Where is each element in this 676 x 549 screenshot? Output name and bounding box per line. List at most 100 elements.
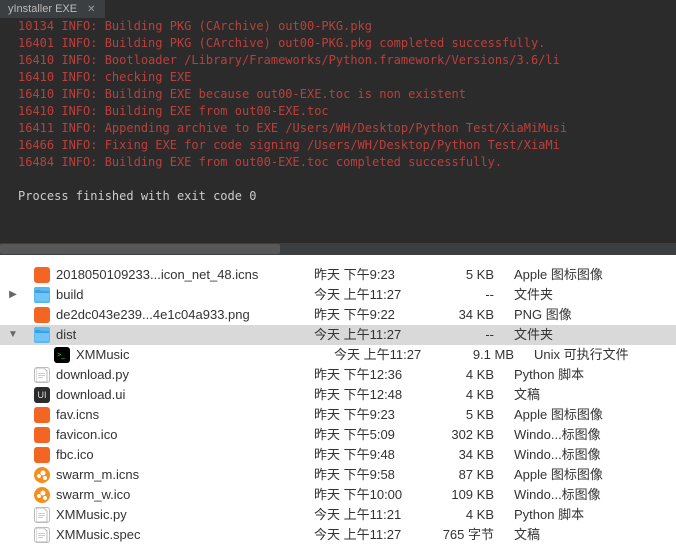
file-name: download.ui — [56, 385, 314, 405]
file-size: 5 KB — [434, 405, 514, 425]
file-name: favicon.ico — [56, 425, 314, 445]
file-kind: Windo...标图像 — [514, 445, 676, 465]
file-name: de2dc043e239...4e1c04a933.png — [56, 305, 314, 325]
document-icon — [34, 507, 50, 523]
file-name: XMMusic.spec — [56, 525, 314, 545]
file-modified: 昨天 下午9:22 — [314, 305, 434, 325]
terminal-tab[interactable]: yInstaller EXE ✕ — [0, 0, 105, 18]
file-size: 109 KB — [434, 485, 514, 505]
file-kind: 文稿 — [514, 385, 676, 405]
file-size: 87 KB — [434, 465, 514, 485]
finder-file-list: 2018050109233...icon_net_48.icns昨天 下午9:2… — [0, 265, 676, 545]
file-kind: Apple 图标图像 — [514, 465, 676, 485]
file-modified: 今天 上午11:27 — [334, 345, 454, 365]
file-name: download.py — [56, 365, 314, 385]
file-kind: Python 脚本 — [514, 505, 676, 525]
file-row[interactable]: 2018050109233...icon_net_48.icns昨天 下午9:2… — [0, 265, 676, 285]
log-line: 16484 INFO: Building EXE from out00-EXE.… — [18, 154, 666, 171]
file-size: -- — [434, 285, 514, 305]
file-size: 34 KB — [434, 445, 514, 465]
log-line: 16411 INFO: Appending archive to EXE /Us… — [18, 120, 666, 137]
file-kind: 文稿 — [514, 525, 676, 545]
file-modified: 昨天 下午12:36 — [314, 365, 434, 385]
log-line: 16410 INFO: Building EXE from out00-EXE.… — [18, 103, 666, 120]
image-file-icon — [34, 307, 50, 323]
file-kind: Windo...标图像 — [514, 425, 676, 445]
file-size: 765 字节 — [434, 525, 514, 545]
disclosure-collapsed-icon[interactable]: ▶ — [6, 285, 20, 305]
file-row[interactable]: favicon.ico昨天 下午5:09302 KBWindo...标图像 — [0, 425, 676, 445]
file-modified: 今天 上午11:27 — [314, 525, 434, 545]
file-name: 2018050109233...icon_net_48.icns — [56, 265, 314, 285]
terminal-tab-title: yInstaller EXE — [8, 3, 77, 15]
log-line: 16410 INFO: Bootloader /Library/Framewor… — [18, 52, 666, 69]
file-row[interactable]: swarm_m.icns昨天 下午9:5887 KBApple 图标图像 — [0, 465, 676, 485]
file-kind: 文件夹 — [514, 285, 676, 305]
file-modified: 昨天 下午9:58 — [314, 465, 434, 485]
file-kind: Windo...标图像 — [514, 485, 676, 505]
file-modified: 今天 上午11:27 — [314, 285, 434, 305]
close-icon[interactable]: ✕ — [87, 4, 97, 14]
file-row[interactable]: ▼dist今天 上午11:27--文件夹 — [0, 325, 676, 345]
image-file-icon — [34, 267, 50, 283]
pane-gap — [0, 255, 676, 265]
file-name: swarm_w.ico — [56, 485, 314, 505]
blank-line — [18, 171, 666, 188]
swarm-icon — [34, 487, 50, 503]
file-modified: 昨天 下午5:09 — [314, 425, 434, 445]
file-kind: Apple 图标图像 — [514, 265, 676, 285]
file-name: dist — [56, 325, 314, 345]
swarm-icon — [34, 467, 50, 483]
file-row[interactable]: ▶ build今天 上午11:27--文件夹 — [0, 285, 676, 305]
folder-icon — [34, 327, 50, 343]
folder-icon — [34, 287, 50, 303]
file-modified: 昨天 下午9:23 — [314, 265, 434, 285]
log-line: 16410 INFO: checking EXE — [18, 69, 666, 86]
horizontal-scrollbar[interactable] — [0, 243, 676, 255]
file-modified: 昨天 下午9:48 — [314, 445, 434, 465]
disclosure-expanded-icon[interactable]: ▼ — [6, 325, 20, 345]
file-size: 302 KB — [434, 425, 514, 445]
terminal-body[interactable]: 10134 INFO: Building PKG (CArchive) out0… — [0, 18, 676, 239]
file-size: 34 KB — [434, 305, 514, 325]
file-kind: Unix 可执行文件 — [534, 345, 676, 365]
file-kind: Python 脚本 — [514, 365, 676, 385]
file-name: build — [56, 285, 314, 305]
file-modified: 今天 上午11:27 — [314, 325, 434, 345]
file-kind: Apple 图标图像 — [514, 405, 676, 425]
ui-file-icon: UI — [34, 387, 50, 403]
file-row[interactable]: de2dc043e239...4e1c04a933.png昨天 下午9:2234… — [0, 305, 676, 325]
file-row[interactable]: UIdownload.ui昨天 下午12:484 KB文稿 — [0, 385, 676, 405]
image-file-icon — [34, 427, 50, 443]
file-row[interactable]: fbc.ico昨天 下午9:4834 KBWindo...标图像 — [0, 445, 676, 465]
process-finished-line: Process finished with exit code 0 — [18, 188, 666, 205]
file-row[interactable]: download.py昨天 下午12:364 KBPython 脚本 — [0, 365, 676, 385]
file-name: fav.icns — [56, 405, 314, 425]
file-size: 5 KB — [434, 265, 514, 285]
log-line: 16401 INFO: Building PKG (CArchive) out0… — [18, 35, 666, 52]
build-output-terminal: yInstaller EXE ✕ 10134 INFO: Building PK… — [0, 0, 676, 255]
scrollbar-thumb[interactable] — [0, 244, 280, 254]
file-modified: 今天 上午11:21 — [314, 505, 434, 525]
log-line: 16410 INFO: Building EXE because out00-E… — [18, 86, 666, 103]
file-size: 4 KB — [434, 365, 514, 385]
document-icon — [34, 527, 50, 543]
executable-icon: >_ — [54, 347, 70, 363]
file-name: XMMusic — [76, 345, 334, 365]
log-line: 10134 INFO: Building PKG (CArchive) out0… — [18, 18, 666, 35]
file-row[interactable]: swarm_w.ico昨天 下午10:00109 KBWindo...标图像 — [0, 485, 676, 505]
file-modified: 昨天 下午10:00 — [314, 485, 434, 505]
image-file-icon — [34, 407, 50, 423]
file-kind: PNG 图像 — [514, 305, 676, 325]
image-file-icon — [34, 447, 50, 463]
file-row[interactable]: >_XMMusic今天 上午11:279.1 MBUnix 可执行文件 — [0, 345, 676, 365]
document-icon — [34, 367, 50, 383]
file-size: 4 KB — [434, 505, 514, 525]
file-modified: 昨天 下午9:23 — [314, 405, 434, 425]
file-name: fbc.ico — [56, 445, 314, 465]
file-row[interactable]: XMMusic.spec今天 上午11:27765 字节文稿 — [0, 525, 676, 545]
file-row[interactable]: fav.icns昨天 下午9:235 KBApple 图标图像 — [0, 405, 676, 425]
file-row[interactable]: XMMusic.py今天 上午11:214 KBPython 脚本 — [0, 505, 676, 525]
file-kind: 文件夹 — [514, 325, 676, 345]
log-line: 16466 INFO: Fixing EXE for code signing … — [18, 137, 666, 154]
